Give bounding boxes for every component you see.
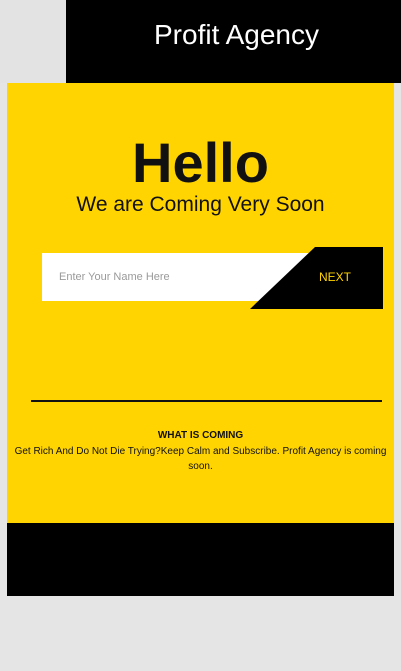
footer-bar	[7, 523, 394, 596]
hero-section: Hello We are Coming Very Soon NEXT WHAT …	[7, 83, 394, 523]
header-spacer	[0, 0, 66, 83]
hero-tagline: We are Coming Very Soon	[76, 193, 325, 216]
info-text: Get Rich And Do Not Die Trying?Keep Calm…	[14, 446, 387, 472]
info-title: WHAT IS COMING	[157, 430, 244, 441]
header-bar: Profit Agency	[66, 0, 401, 83]
section-divider	[31, 400, 382, 402]
page: Profit Agency Hello We are Coming Very S…	[0, 0, 401, 671]
hero-headline: Hello	[132, 131, 269, 194]
bottom-area	[7, 596, 394, 671]
brand-title: Profit Agency	[154, 19, 319, 50]
next-button[interactable]: NEXT	[250, 247, 383, 309]
next-button-shape	[250, 247, 383, 309]
next-button-label: NEXT	[319, 270, 352, 284]
